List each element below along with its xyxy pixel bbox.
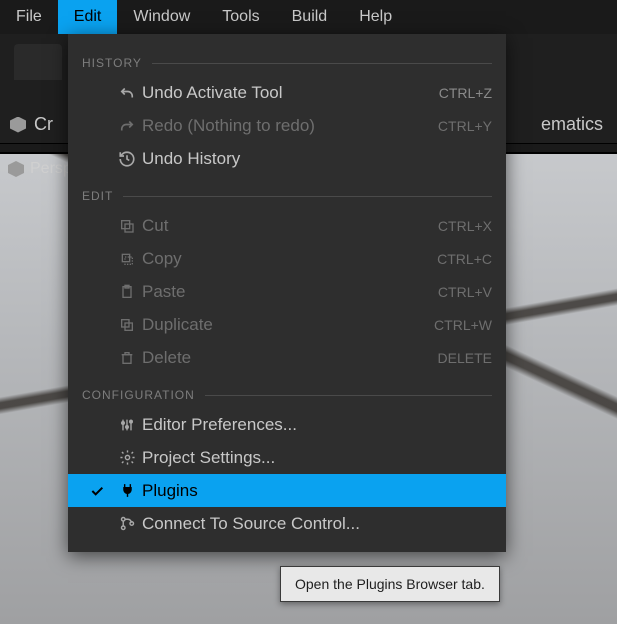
undo-icon <box>112 84 142 102</box>
menuitem-label: Undo History <box>142 149 492 169</box>
menubar: File Edit Window Tools Build Help <box>0 0 617 34</box>
menuitem-delete: Delete DELETE <box>68 341 506 374</box>
paste-icon <box>112 284 142 300</box>
toolbar-left: Cr <box>10 114 53 135</box>
menu-edit[interactable]: Edit <box>58 0 118 34</box>
menu-window[interactable]: Window <box>117 0 206 34</box>
menuitem-label: Duplicate <box>142 315 434 335</box>
menuitem-shortcut: CTRL+W <box>434 317 492 333</box>
menuitem-project-settings[interactable]: Project Settings... <box>68 441 506 474</box>
menuitem-editor-preferences[interactable]: Editor Preferences... <box>68 408 506 441</box>
tooltip: Open the Plugins Browser tab. <box>280 566 500 602</box>
menuitem-shortcut: CTRL+X <box>438 218 492 234</box>
menuitem-label: Copy <box>142 249 437 269</box>
copy-icon <box>112 251 142 267</box>
undo-history-icon <box>112 150 142 168</box>
menu-build[interactable]: Build <box>276 0 344 34</box>
plug-icon <box>112 482 142 499</box>
viewport-mode-label[interactable]: Persp <box>8 160 72 178</box>
check-icon <box>82 483 112 499</box>
level-tab[interactable] <box>14 44 62 80</box>
menuitem-source-control[interactable]: Connect To Source Control... <box>68 507 506 540</box>
toolbar-right[interactable]: ematics <box>541 114 603 135</box>
menuitem-label: Editor Preferences... <box>142 415 492 435</box>
menuitem-cut: Cut CTRL+X <box>68 209 506 242</box>
gear-icon <box>112 449 142 466</box>
menuitem-redo: Redo (Nothing to redo) CTRL+Y <box>68 109 506 142</box>
duplicate-icon <box>112 317 142 333</box>
menuitem-label: Redo (Nothing to redo) <box>142 116 438 136</box>
menuitem-shortcut: CTRL+C <box>437 251 492 267</box>
section-header-history: HISTORY <box>68 42 506 76</box>
redo-icon <box>112 117 142 135</box>
trash-icon <box>112 350 142 366</box>
menuitem-label: Project Settings... <box>142 448 492 468</box>
section-header-configuration: CONFIGURATION <box>68 374 506 408</box>
section-header-edit: EDIT <box>68 175 506 209</box>
menuitem-shortcut: CTRL+Y <box>438 118 492 134</box>
menu-tools[interactable]: Tools <box>206 0 275 34</box>
menuitem-label: Undo Activate Tool <box>142 83 439 103</box>
menuitem-shortcut: DELETE <box>438 350 492 366</box>
menuitem-label: Delete <box>142 348 438 368</box>
menuitem-shortcut: CTRL+V <box>438 284 492 300</box>
edit-dropdown: HISTORY Undo Activate Tool CTRL+Z Redo (… <box>68 34 506 552</box>
sliders-icon <box>112 417 142 433</box>
menu-help[interactable]: Help <box>343 0 408 34</box>
menuitem-copy: Copy CTRL+C <box>68 242 506 275</box>
menuitem-undo[interactable]: Undo Activate Tool CTRL+Z <box>68 76 506 109</box>
menuitem-plugins[interactable]: Plugins <box>68 474 506 507</box>
cut-icon <box>112 218 142 234</box>
menuitem-duplicate: Duplicate CTRL+W <box>68 308 506 341</box>
menuitem-paste: Paste CTRL+V <box>68 275 506 308</box>
menu-file[interactable]: File <box>0 0 58 34</box>
menuitem-undo-history[interactable]: Undo History <box>68 142 506 175</box>
cube-icon <box>8 161 24 177</box>
menuitem-label: Paste <box>142 282 438 302</box>
menuitem-label: Cut <box>142 216 438 236</box>
menuitem-label: Plugins <box>142 481 492 501</box>
source-control-icon <box>112 515 142 532</box>
menuitem-label: Connect To Source Control... <box>142 514 492 534</box>
menuitem-shortcut: CTRL+Z <box>439 85 492 101</box>
toolbar-create-label[interactable]: Cr <box>34 114 53 135</box>
cube-plus-icon <box>10 117 26 133</box>
